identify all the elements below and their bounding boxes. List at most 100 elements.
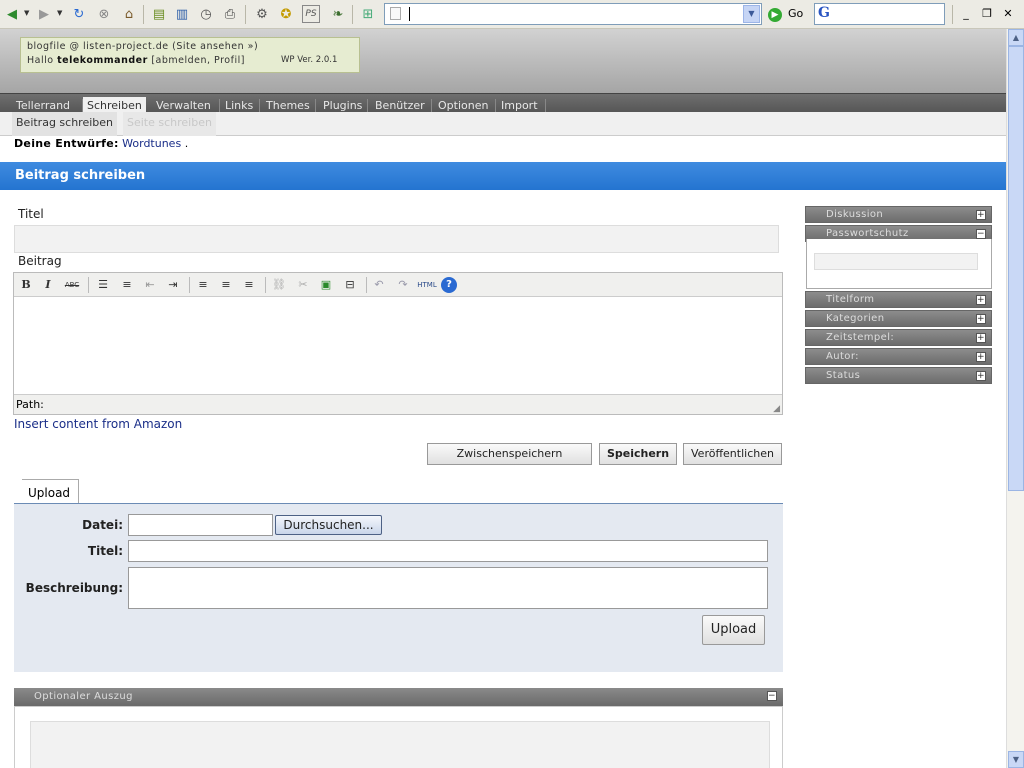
submenu-beitrag-schreiben[interactable]: Beitrag schreiben [12,112,118,136]
info-box: blogfile @ listen-project.de (Site anseh… [20,37,360,73]
italic-button[interactable]: I [39,277,57,293]
title-input[interactable] [14,225,779,253]
forward-arrow-icon[interactable]: ▶ [35,5,53,23]
editor-path: Path: ◢ [14,394,782,414]
url-dropdown-icon[interactable]: ▼ [743,5,760,23]
google-search-input[interactable]: G [814,3,945,25]
drafts-label: Deine Entwürfe: [14,137,119,150]
publish-button[interactable]: Veröffentlichen [683,443,782,465]
path-label: Path: [16,398,44,411]
indent-icon[interactable]: ⇥ [164,277,182,293]
stop-icon[interactable]: ⊗ [95,5,113,23]
new-window-icon[interactable]: ⊞ [359,5,377,23]
scroll-thumb[interactable] [1008,46,1024,491]
panel-autor[interactable]: Autor: + [805,348,992,365]
redo-icon[interactable]: ↷ [394,277,412,293]
expand-icon[interactable]: + [976,295,986,305]
save-button[interactable]: Speichern [599,443,677,465]
panel-diskussion[interactable]: Diskussion + [805,206,992,223]
post-editor[interactable]: B I ABC ☰ ≡ ⇤ ⇥ ≡ ≡ ≡ ⛓ ✂ ▣ ⊟ ↶ ↷ HTML ?… [13,272,783,415]
expand-icon[interactable]: + [976,371,986,381]
vertical-scrollbar[interactable]: ▲ ▼ [1006,29,1024,768]
excerpt-box [14,706,783,768]
restore-icon[interactable]: ❐ [978,6,996,22]
draft-link[interactable]: Wordtunes [122,137,181,150]
google-icon: G [818,5,830,21]
ps-icon[interactable]: PS [302,5,320,23]
excerpt-header[interactable]: Optionaler Auszug − [14,688,783,706]
file-label: Datei: [82,518,123,532]
expand-icon[interactable]: + [976,210,986,220]
panel-label: Status [826,370,861,381]
forward-dropdown-icon[interactable]: ▼ [57,9,62,17]
align-left-icon[interactable]: ≡ [194,277,212,293]
scroll-down-icon[interactable]: ▼ [1008,751,1024,768]
page-content: blogfile @ listen-project.de (Site anseh… [0,29,1006,768]
expand-icon[interactable]: + [976,352,986,362]
library-icon[interactable]: ▥ [173,5,191,23]
description-textarea[interactable] [128,567,768,609]
upload-panel: Datei: Durchsuchen... Titel: Beschreibun… [14,504,783,672]
expand-icon[interactable]: + [976,314,986,324]
html-button[interactable]: HTML [416,277,438,293]
minimize-icon[interactable]: _ [957,6,975,22]
strikethrough-button[interactable]: ABC [63,277,81,293]
excerpt-textarea[interactable] [30,721,770,768]
browser-toolbar: ◀ ▼ ▶ ▼ ↻ ⊗ ⌂ ▤ ▥ ◷ ⎙ ⚙ ✪ PS ❧ ⊞ ▼ ▶ Go G… [0,0,1024,29]
upload-tab[interactable]: Upload [22,479,79,504]
panel-kategorien[interactable]: Kategorien + [805,310,992,327]
more-break-icon[interactable]: ⊟ [341,277,359,293]
align-center-icon[interactable]: ≡ [217,277,235,293]
numbered-list-icon[interactable]: ≡ [118,277,136,293]
file-input[interactable] [128,514,273,536]
back-arrow-icon[interactable]: ◀ [3,5,21,23]
password-input[interactable] [814,253,978,270]
main-menu: Tellerrand Schreiben Verwalten Links The… [0,93,1006,115]
save-draft-button[interactable]: Zwischenspeichern [427,443,592,465]
unlink-icon[interactable]: ✂ [294,277,312,293]
panel-status[interactable]: Status + [805,367,992,384]
bookmarks-icon[interactable]: ▤ [150,5,168,23]
url-input[interactable]: ▼ [384,3,762,25]
go-label: Go [788,7,804,20]
scroll-up-icon[interactable]: ▲ [1008,29,1024,46]
browse-button[interactable]: Durchsuchen... [275,515,382,535]
expand-icon[interactable]: + [976,333,986,343]
image-icon[interactable]: ▣ [317,277,335,293]
upload-title-input[interactable] [128,540,768,562]
leaf-icon[interactable]: ❧ [329,5,347,23]
align-right-icon[interactable]: ≡ [240,277,258,293]
panel-zeitstempel[interactable]: Zeitstempel: + [805,329,992,346]
bullet-list-icon[interactable]: ☰ [94,277,112,293]
panel-titelform[interactable]: Titelform + [805,291,992,308]
outdent-icon[interactable]: ⇤ [141,277,159,293]
link-icon[interactable]: ⛓ [270,277,288,293]
resize-handle-icon[interactable]: ◢ [773,400,780,419]
title-label: Titel [18,207,44,221]
drafts-line: Deine Entwürfe: Wordtunes . [14,137,188,150]
reload-icon[interactable]: ↻ [70,5,88,23]
go-icon: ▶ [768,8,782,22]
submenu-seite-schreiben[interactable]: Seite schreiben [123,112,216,136]
home-icon[interactable]: ⌂ [120,5,138,23]
puzzle-icon[interactable]: ✪ [277,5,295,23]
undo-icon[interactable]: ↶ [370,277,388,293]
close-icon[interactable]: ✕ [999,6,1017,22]
amazon-link[interactable]: Insert content from Amazon [14,417,182,431]
site-line[interactable]: blogfile @ listen-project.de (Site anseh… [27,41,353,52]
collapse-icon[interactable]: − [976,229,986,239]
settings-gear-icon[interactable]: ⚙ [253,5,271,23]
history-icon[interactable]: ◷ [197,5,215,23]
print-icon[interactable]: ⎙ [221,5,239,23]
post-label: Beitrag [18,254,62,268]
bold-button[interactable]: B [17,277,35,293]
help-icon[interactable]: ? [441,277,457,293]
drafts-suffix: . [184,137,189,150]
user-links[interactable]: [abmelden, Profil] [151,55,245,66]
collapse-icon[interactable]: − [767,691,777,701]
upload-title-label: Titel: [87,544,123,558]
go-button[interactable]: ▶ Go [768,6,808,24]
back-dropdown-icon[interactable]: ▼ [24,9,29,17]
upload-button[interactable]: Upload [702,615,765,645]
panel-label: Autor: [826,351,859,362]
